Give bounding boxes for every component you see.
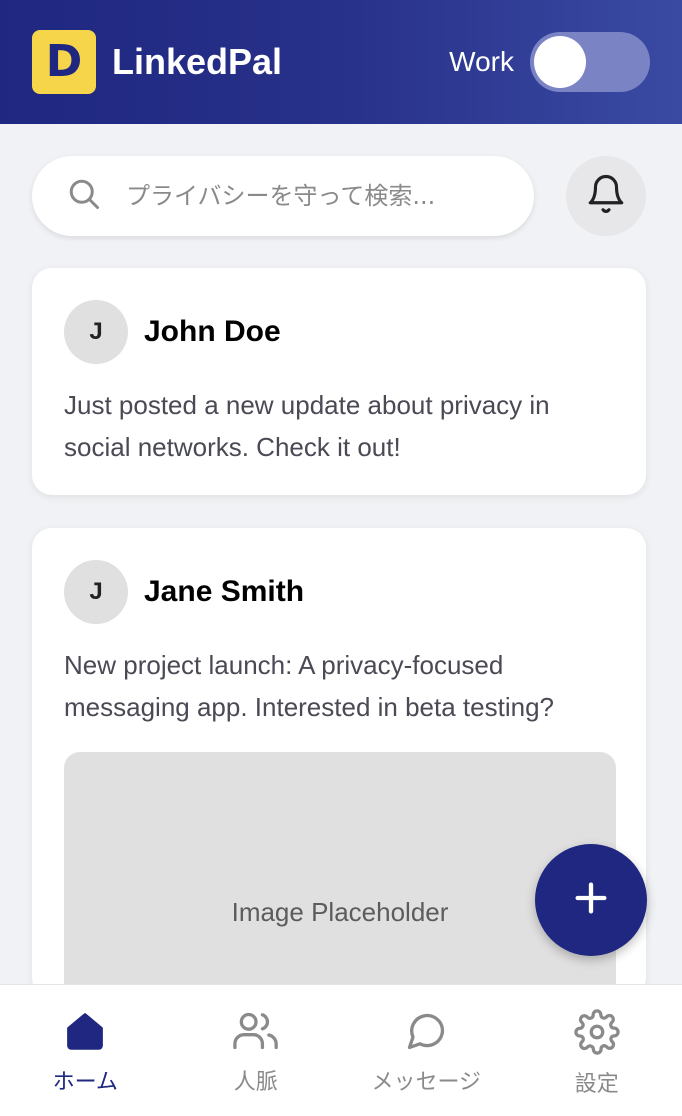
- bottom-navigation: ホーム 人脈 メッセージ 設定: [0, 984, 682, 1116]
- post-image-placeholder[interactable]: Image Placeholder: [64, 752, 616, 998]
- work-mode-toggle[interactable]: [530, 32, 650, 92]
- nav-label-messages: メッセージ: [371, 1070, 482, 1095]
- nav-label-settings: 設定: [574, 1072, 619, 1097]
- nav-item-home[interactable]: ホーム: [5, 1009, 165, 1096]
- nav-item-settings[interactable]: 設定: [517, 1009, 677, 1098]
- logo-letter: D: [45, 36, 83, 87]
- notifications-button[interactable]: [566, 156, 646, 236]
- search-bar[interactable]: [32, 156, 534, 236]
- search-icon: [66, 176, 102, 217]
- avatar[interactable]: J: [64, 560, 128, 624]
- toggle-knob: [534, 36, 586, 88]
- post-card[interactable]: J John Doe Just posted a new update abou…: [32, 268, 646, 495]
- nav-label-home: ホーム: [52, 1070, 118, 1095]
- app-logo: D: [32, 30, 96, 94]
- search-row: [32, 156, 646, 236]
- gear-icon: [574, 1009, 620, 1060]
- nav-item-network[interactable]: 人脈: [176, 1009, 336, 1096]
- nav-label-network: 人脈: [233, 1070, 278, 1095]
- people-icon: [232, 1009, 280, 1058]
- mode-label: Work: [449, 46, 514, 77]
- nav-item-messages[interactable]: メッセージ: [346, 1009, 506, 1096]
- chat-bubble-icon: [404, 1009, 448, 1058]
- home-icon: [63, 1009, 107, 1058]
- create-post-button[interactable]: [535, 844, 647, 956]
- bell-icon: [585, 173, 627, 220]
- post-text: Just posted a new update about privacy i…: [64, 390, 550, 462]
- avatar[interactable]: J: [64, 300, 128, 364]
- plus-icon: [571, 878, 611, 923]
- post-author-name[interactable]: Jane Smith: [144, 575, 304, 609]
- app-title: LinkedPal: [112, 41, 283, 82]
- post-author-row: J Jane Smith: [64, 560, 614, 624]
- app-header: D LinkedPal Work: [0, 0, 682, 124]
- image-placeholder-label: Image Placeholder: [231, 896, 449, 927]
- search-input[interactable]: [126, 182, 506, 210]
- post-author-name[interactable]: John Doe: [144, 315, 281, 349]
- post-text: New project launch: A privacy-focused me…: [64, 650, 554, 722]
- post-author-row: J John Doe: [64, 300, 614, 364]
